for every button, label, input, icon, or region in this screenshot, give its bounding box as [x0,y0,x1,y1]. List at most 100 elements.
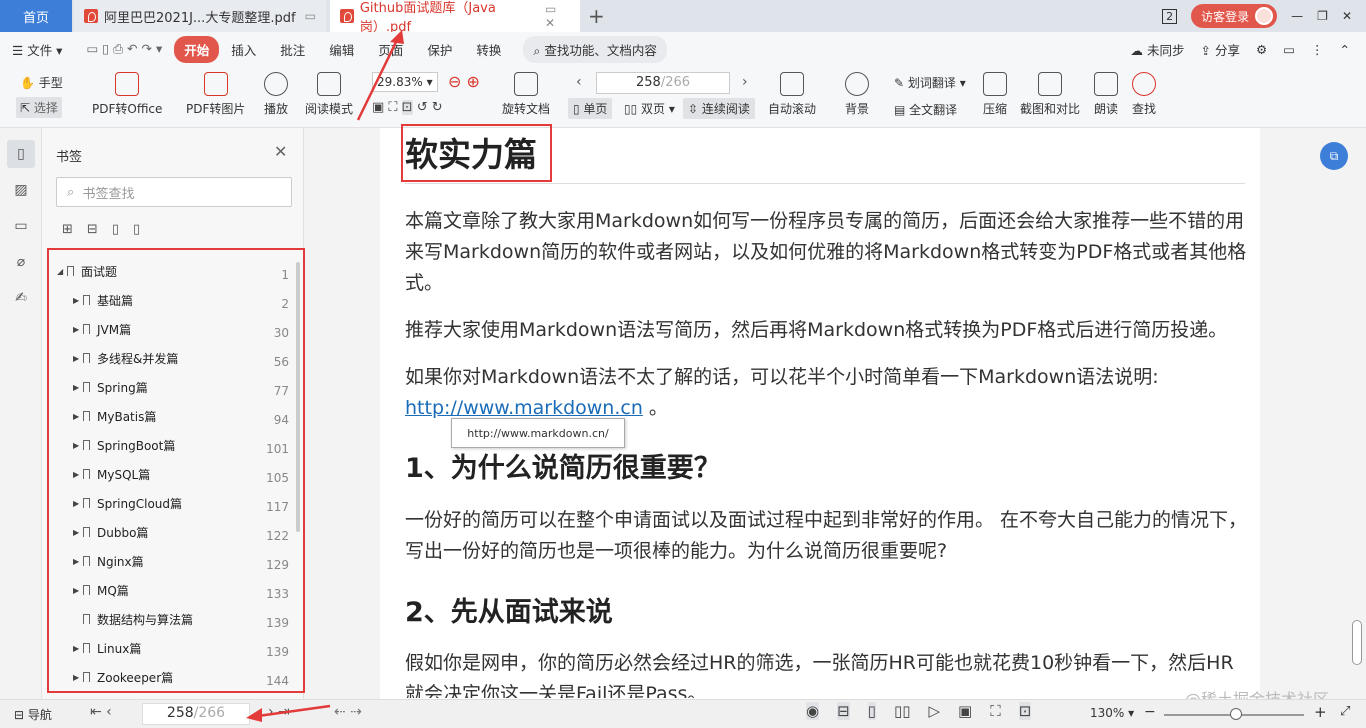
rotate-document-button[interactable]: 旋转文档 [502,72,550,117]
hand-tool[interactable]: ✋ 手型 [20,74,63,91]
fullscreen-icon[interactable]: ⤢ [1340,704,1350,719]
fit-page-icon[interactable]: ▣ [958,702,972,720]
tab-document-2[interactable]: Github面试题库（Java岗）.pdf ▭ ✕ [330,0,580,35]
status-page-input[interactable]: 258/266 [142,703,250,725]
full-translate-button[interactable]: ▤ 全文翻译 [894,101,957,118]
zoom-out-icon[interactable]: ⊖ ⊕ [448,72,480,91]
screenshot-compare-button[interactable]: 截图和对比 [1020,72,1080,117]
bookmark-item[interactable]: ▶ Linux篇 139 [49,637,289,660]
expand-right-icon[interactable]: ▶ [73,412,83,421]
collapse-all-icon[interactable]: ⊟ [87,222,98,237]
bookmark-outline-icon[interactable]: ▯ [133,222,140,237]
thumbnail-icon[interactable]: ▨ [7,176,35,204]
menu-page[interactable]: 页面 [366,40,415,59]
bookmark-item[interactable]: ▶ Nginx篇 129 [49,550,289,573]
hamburger-icon[interactable]: ☰ 文件 ▾ [0,40,74,59]
zoom-level[interactable]: 130% ▾ [1090,706,1134,720]
zoom-in-icon[interactable]: + [1314,703,1327,721]
close-window-icon[interactable]: ✕ [1342,9,1352,23]
double-page-button[interactable]: ▯▯ 双页 ▾ [624,100,675,117]
pdf-to-office-button[interactable]: PDF转Office [92,72,162,117]
bookmark-icon[interactable]: ▯ [7,140,35,168]
background-button[interactable]: 背景 [845,72,869,117]
fit-width-icon[interactable]: ⊡ [1018,702,1032,720]
compress-button[interactable]: 压缩 [983,72,1007,117]
read-aloud-button[interactable]: 朗读 [1094,72,1118,117]
expand-right-icon[interactable]: ▶ [73,557,83,566]
expand-right-icon[interactable]: ▶ [73,499,83,508]
sync-status[interactable]: ☁ 未同步 [1131,40,1185,59]
play-button[interactable]: 播放 [264,72,288,117]
bookmark-item[interactable]: ▶ MQ篇 133 [49,579,289,602]
monitor-icon[interactable]: ▭ [305,9,316,23]
expand-right-icon[interactable]: ▶ [73,325,83,334]
nav-toggle[interactable]: ⊟ 导航 [14,706,52,723]
expand-all-icon[interactable]: ⊞ [62,222,73,237]
close-icon[interactable]: ✕ [274,142,287,161]
document-scrollbar[interactable] [1352,620,1362,665]
read-mode-button[interactable]: 阅读模式 [305,72,353,117]
menu-edit[interactable]: 编辑 [317,40,366,59]
history-icons[interactable]: ⇠ ⇢ [334,704,362,720]
bookmark-item[interactable]: ▶ SpringBoot篇 101 [49,434,289,457]
menu-insert[interactable]: 插入 [219,40,268,59]
continuous-icon[interactable]: ⊟ [837,702,850,720]
new-tab-button[interactable]: + [588,4,605,28]
single-page-button[interactable]: ▯ 单页 [568,98,613,119]
collapse-icon[interactable]: ⌃ [1340,42,1350,57]
quick-tools[interactable]: ▭ ▯ ⎙ ↶ ↷ ▾ [74,41,174,57]
menu-convert[interactable]: 转换 [464,40,513,59]
share-button[interactable]: ⇪ 分享 [1201,40,1240,59]
first-prev-page-icons[interactable]: ⇤ ‹ [90,704,112,720]
bookmark-item[interactable]: ▶ SpringCloud篇 117 [49,492,289,515]
bookmark-item[interactable]: ▶ MyBatis篇 94 [49,405,289,428]
expand-right-icon[interactable]: ▶ [73,644,83,653]
bookmark-item[interactable]: ▶ JVM篇 30 [49,318,289,341]
minimize-icon[interactable]: — [1291,9,1303,23]
bookmark-item[interactable]: ▶ 多线程&并发篇 56 [49,347,289,370]
next-last-page-icons[interactable]: › ⇥ [268,704,290,720]
side-tool-icon[interactable]: ⧉ [1320,142,1348,170]
panel-scrollbar[interactable] [296,262,300,532]
expand-right-icon[interactable]: ▶ [73,296,83,305]
expand-right-icon[interactable]: ▶ [73,470,83,479]
continuous-read-button[interactable]: ⇳ 连续阅读 [683,98,755,119]
zoom-out-icon[interactable]: − [1144,704,1156,720]
visitor-login-button[interactable]: 访客登录 [1191,4,1278,28]
zoom-slider-thumb[interactable] [1230,708,1242,720]
word-translate-button[interactable]: ✎ 划词翻译 ▾ [894,74,966,91]
bookmark-item[interactable]: 数据结构与算法篇 139 [49,608,289,630]
expand-right-icon[interactable]: ▶ [73,383,83,392]
bookmark-item[interactable]: ▶ Dubbo篇 122 [49,521,289,544]
menu-annotate[interactable]: 批注 [268,40,317,59]
window-count-badge[interactable]: 2 [1162,8,1178,24]
attachment-icon[interactable]: ⌀ [7,248,35,276]
more-icon[interactable]: ⋮ [1311,42,1324,57]
prev-page-icon[interactable]: ‹ [576,74,582,90]
settings-icon[interactable]: ⚙ [1256,42,1267,57]
fit-window-icon[interactable]: ⛶ [990,702,1001,720]
feature-search[interactable]: ⌕ 查找功能、文档内容 [523,35,667,63]
tab-document-1[interactable]: 阿里巴巴2021J...大专题整理.pdf ▭ [74,0,326,32]
view-fit-icons[interactable]: ▣ ⛶ ⊡ ↺ ↻ [372,100,443,115]
double-page-icon[interactable]: ▯▯ [894,702,911,720]
eye-icon[interactable]: ◉ [806,702,820,720]
select-tool[interactable]: ⇱ 选择 [16,97,62,118]
close-icon[interactable]: ▭ ✕ [545,2,570,30]
signature-icon[interactable]: ✍ [7,284,35,312]
comment-icon[interactable]: ▭ [7,212,35,240]
restore-icon[interactable]: ❐ [1317,9,1328,23]
play-icon[interactable]: ▷ [928,702,940,720]
expand-right-icon[interactable]: ▶ [73,673,83,682]
add-bookmark-icon[interactable]: ▯ [112,222,119,237]
pdf-to-image-button[interactable]: PDF转图片 [186,72,245,117]
expand-right-icon[interactable]: ▶ [73,354,83,363]
bookmark-item[interactable]: ◢ 面试题 1 [49,260,289,283]
expand-right-icon[interactable]: ▶ [73,441,83,450]
fit-width-icon[interactable]: ⊡ [401,100,413,115]
page-number-input[interactable]: 258/266 [596,72,730,94]
next-page-icon[interactable]: › [742,74,748,90]
expand-down-icon[interactable]: ◢ [57,267,67,276]
bookmark-item[interactable]: ▶ Zookeeper篇 144 [49,666,289,689]
bookmark-item[interactable]: ▶ Spring篇 77 [49,376,289,399]
